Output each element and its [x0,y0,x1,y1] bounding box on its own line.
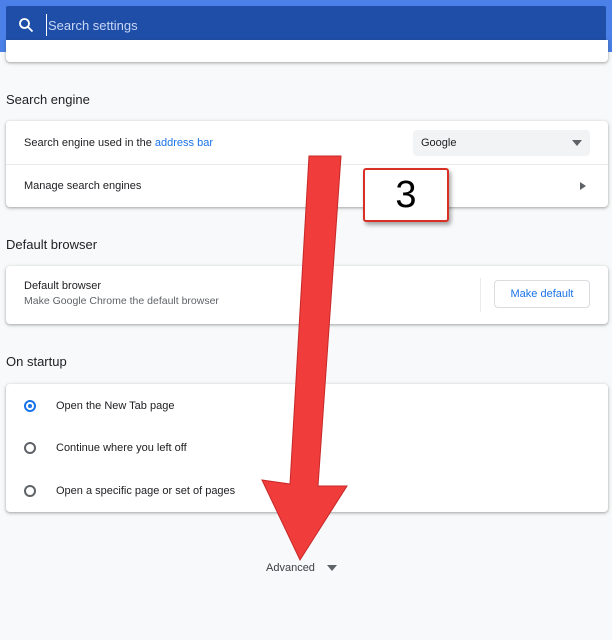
chevron-right-icon [580,182,586,190]
manage-search-engines-label: Manage search engines [24,180,142,192]
default-browser-card: Default browser Make Google Chrome the d… [6,266,608,324]
search-engine-label-text: Search engine used in the [24,136,152,149]
manage-search-engines-row[interactable]: Manage search engines [6,165,608,207]
search-engine-card: Search engine used in the address bar Go… [6,121,608,207]
caret-down-icon [326,565,337,571]
radio-continue[interactable] [24,442,36,454]
advanced-toggle[interactable]: Advanced [266,562,337,574]
search-engine-label: Search engine used in the address bar [24,137,213,149]
radio-label-continue: Continue where you left off [56,442,187,454]
search-bar[interactable] [6,6,606,44]
advanced-label: Advanced [266,562,315,574]
search-input[interactable] [46,14,606,36]
default-browser-label: Default browser [24,280,102,292]
default-browser-text: Default browser Make Google Chrome the d… [24,280,219,307]
address-bar-link[interactable]: address bar [155,137,213,149]
on-startup-card: Open the New Tab page Continue where you… [6,384,608,512]
caret-down-icon [572,140,582,146]
search-engine-dropdown[interactable]: Google [413,130,590,156]
section-title-search-engine: Search engine [6,92,90,107]
dropdown-selected-value: Google [421,137,457,149]
step-number-box: 3 [363,168,449,222]
previous-section-card [6,40,608,62]
make-default-button[interactable]: Make default [494,280,590,308]
default-browser-sublabel: Make Google Chrome the default browser [24,295,219,307]
radio-new-tab[interactable] [24,400,36,412]
radio-specific-page[interactable] [24,485,36,497]
search-icon [19,18,34,33]
section-title-on-startup: On startup [6,354,67,369]
button-separator [480,278,481,312]
search-engine-row: Search engine used in the address bar Go… [6,121,608,164]
radio-label-new-tab: Open the New Tab page [56,400,175,412]
radio-label-specific-page: Open a specific page or set of pages [56,485,236,497]
section-title-default-browser: Default browser [6,237,98,252]
